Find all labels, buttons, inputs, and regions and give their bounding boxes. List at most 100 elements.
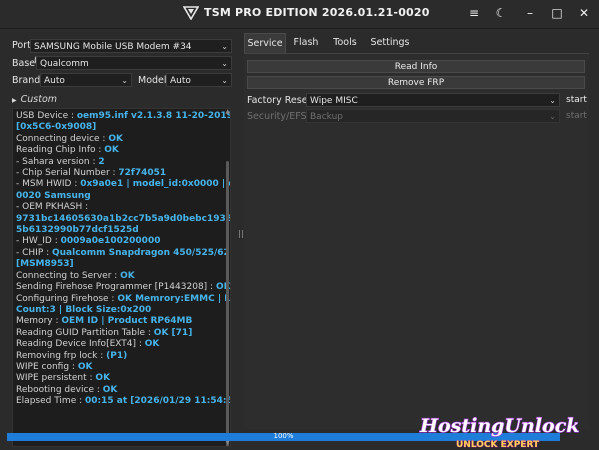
close-icon[interactable]: ✕	[575, 5, 593, 21]
log-value: OK	[120, 270, 135, 281]
log-value: OK	[144, 339, 160, 350]
log-key: - OEM PKHASH :	[16, 202, 89, 213]
log-lines: USB Device : oem95.inf v2.1.3.8 11-20-20…	[16, 111, 230, 408]
port-label: Port	[12, 40, 31, 51]
log-key: Memory :	[16, 316, 62, 327]
tab-flash[interactable]: Flash	[288, 33, 324, 53]
log-line: - HW_ID : 0009a0e100200000	[16, 236, 230, 247]
log-key: Reading Chip Info :	[16, 145, 105, 156]
log-line: 5b6132990b77dcf1525d	[16, 225, 230, 236]
chevron-down-icon: ⌄	[549, 112, 556, 121]
minimize-icon[interactable]: –	[521, 5, 539, 21]
log-line: - MSM HWID : 0x9a0e1 | model_id:0x0000 |…	[16, 179, 230, 190]
log-line: Connecting device : OK	[16, 134, 230, 145]
chevron-down-icon: ⌄	[121, 76, 128, 85]
log-key: Removing frp lock :	[16, 350, 107, 361]
chevron-down-icon: ⌄	[221, 59, 228, 68]
factory-reset-value: Wipe MISC	[310, 96, 358, 106]
log-value: OK	[108, 133, 123, 144]
log-value: [MSM8953]	[16, 259, 74, 270]
log-key: Elapsed Time :	[16, 396, 85, 407]
log-line: Configuring Firehose : OK Memrory:EMMC |…	[16, 294, 230, 305]
log-line: 9731bc14605630a1b2cc7b5a9d0bebc19382f643…	[16, 214, 230, 225]
log-key: - Sahara version :	[16, 156, 99, 167]
log-value: 00:15 at [2026/01/29 11:54:53]	[85, 396, 231, 407]
security-select[interactable]: Backup ⌄	[306, 109, 560, 123]
log-value: 9731bc14605630a1b2cc7b5a9d0bebc19382f643…	[16, 213, 230, 224]
log-line: Removing frp lock : (P1)	[16, 351, 230, 362]
left-panel: Port SAMSUNG Mobile USB Modem #34 (COM69…	[0, 28, 240, 447]
chevron-down-icon: ⌄	[221, 42, 228, 51]
model-select-value: Auto	[170, 76, 191, 86]
custom-label: Custom	[20, 94, 58, 105]
log-key: WIPE persistent :	[16, 373, 96, 384]
log-key: Reading GUID Partition Table :	[16, 327, 154, 338]
app-logo-icon	[183, 6, 199, 20]
log-scrollbar[interactable]	[226, 161, 229, 446]
log-value: OK [71]	[153, 327, 193, 338]
factory-reset-start-button[interactable]: start	[566, 93, 587, 107]
log-key: Sending Firehose Programmer [P1443208] :	[16, 282, 216, 293]
log-line: 0020 Samsung	[16, 191, 230, 202]
log-output[interactable]: USB Device : oem95.inf v2.1.3.8 11-20-20…	[12, 108, 231, 447]
log-value: 2	[98, 156, 105, 167]
log-line: - Sahara version : 2	[16, 157, 230, 168]
model-select[interactable]: Auto ⌄	[166, 73, 232, 87]
log-value: Count:3 | Block Size:0x200	[16, 304, 152, 315]
log-line: WIPE persistent : OK	[16, 373, 230, 384]
log-line: Memory : OEM ID | Product RP64MB	[16, 316, 230, 327]
base-select[interactable]: Qualcomm ⌄	[36, 56, 232, 70]
log-value: [0x5C6-0x9008]	[16, 122, 97, 133]
security-start-button[interactable]: start	[566, 109, 587, 123]
log-value: OK	[95, 373, 111, 384]
tab-tools[interactable]: Tools	[328, 33, 362, 53]
base-label: Base	[12, 58, 36, 69]
log-value: (P1)	[106, 350, 128, 361]
log-value: OK Memrory:EMMC | Lun	[117, 293, 231, 304]
service-panel: Read Info Remove FRP Factory Reset:- Wip…	[244, 53, 589, 429]
read-info-button[interactable]: Read Info	[247, 60, 585, 73]
menu-icon[interactable]: ≡	[465, 5, 483, 21]
log-line: WIPE config : OK	[16, 362, 230, 373]
watermark-line2: UNLOCK EXPERT	[456, 440, 540, 450]
panel-splitter[interactable]	[239, 230, 243, 238]
log-key: Rebooting device :	[16, 384, 103, 395]
security-value: Backup	[310, 112, 343, 122]
log-line: - CHIP : Qualcomm Snapdragon 450/525/626	[16, 248, 230, 259]
log-value: Qualcomm Snapdragon 450/525/626	[52, 247, 231, 258]
log-line: Rebooting device : OK	[16, 385, 230, 396]
log-value: OK	[77, 361, 93, 372]
caret-right-icon: ▶	[12, 97, 17, 104]
log-line: USB Device : oem95.inf v2.1.3.8 11-20-20…	[16, 111, 230, 122]
scroll-up-icon[interactable]: ▲	[225, 109, 230, 115]
tab-settings[interactable]: Settings	[368, 33, 412, 53]
log-line: Elapsed Time : 00:15 at [2026/01/29 11:5…	[16, 396, 230, 407]
log-value: 0009a0e100200000	[60, 236, 161, 247]
brand-select[interactable]: Auto ⌄	[40, 73, 132, 87]
custom-toggle[interactable]: ▶ Custom	[12, 94, 57, 105]
log-value: 0020 Samsung	[16, 190, 91, 201]
log-line: Sending Firehose Programmer [P1443208] :…	[16, 282, 230, 293]
log-line: [MSM8953]	[16, 259, 230, 270]
hostingunlock-watermark: HostingUnlock UNLOCK EXPERT	[418, 414, 580, 450]
theme-moon-icon[interactable]: ☾	[492, 5, 510, 21]
log-key: Connecting to Server :	[16, 270, 121, 281]
port-select[interactable]: SAMSUNG Mobile USB Modem #34 (COM69) ⌄	[30, 39, 232, 66]
brand-select-value: Auto	[44, 76, 65, 86]
remove-frp-button[interactable]: Remove FRP	[247, 76, 585, 89]
watermark-line1: HostingUnlock	[419, 415, 579, 437]
log-key: - CHIP :	[16, 247, 52, 258]
log-value: 72f74051	[118, 168, 167, 179]
chevron-down-icon: ⌄	[549, 96, 556, 105]
log-line: Reading GUID Partition Table : OK [71]	[16, 328, 230, 339]
factory-reset-select[interactable]: Wipe MISC ⌄	[306, 93, 560, 107]
log-key: USB Device :	[16, 111, 77, 121]
tab-service[interactable]: Service	[244, 33, 286, 53]
log-line: Reading Chip Info : OK	[16, 145, 230, 156]
log-key: - MSM HWID :	[16, 179, 81, 190]
maximize-icon[interactable]: □	[548, 5, 566, 21]
log-key: - HW_ID :	[16, 236, 61, 247]
log-line: Reading Device Info[EXT4] : OK	[16, 339, 230, 350]
chevron-down-icon: ⌄	[221, 76, 228, 85]
log-key: Connecting device :	[16, 133, 109, 144]
